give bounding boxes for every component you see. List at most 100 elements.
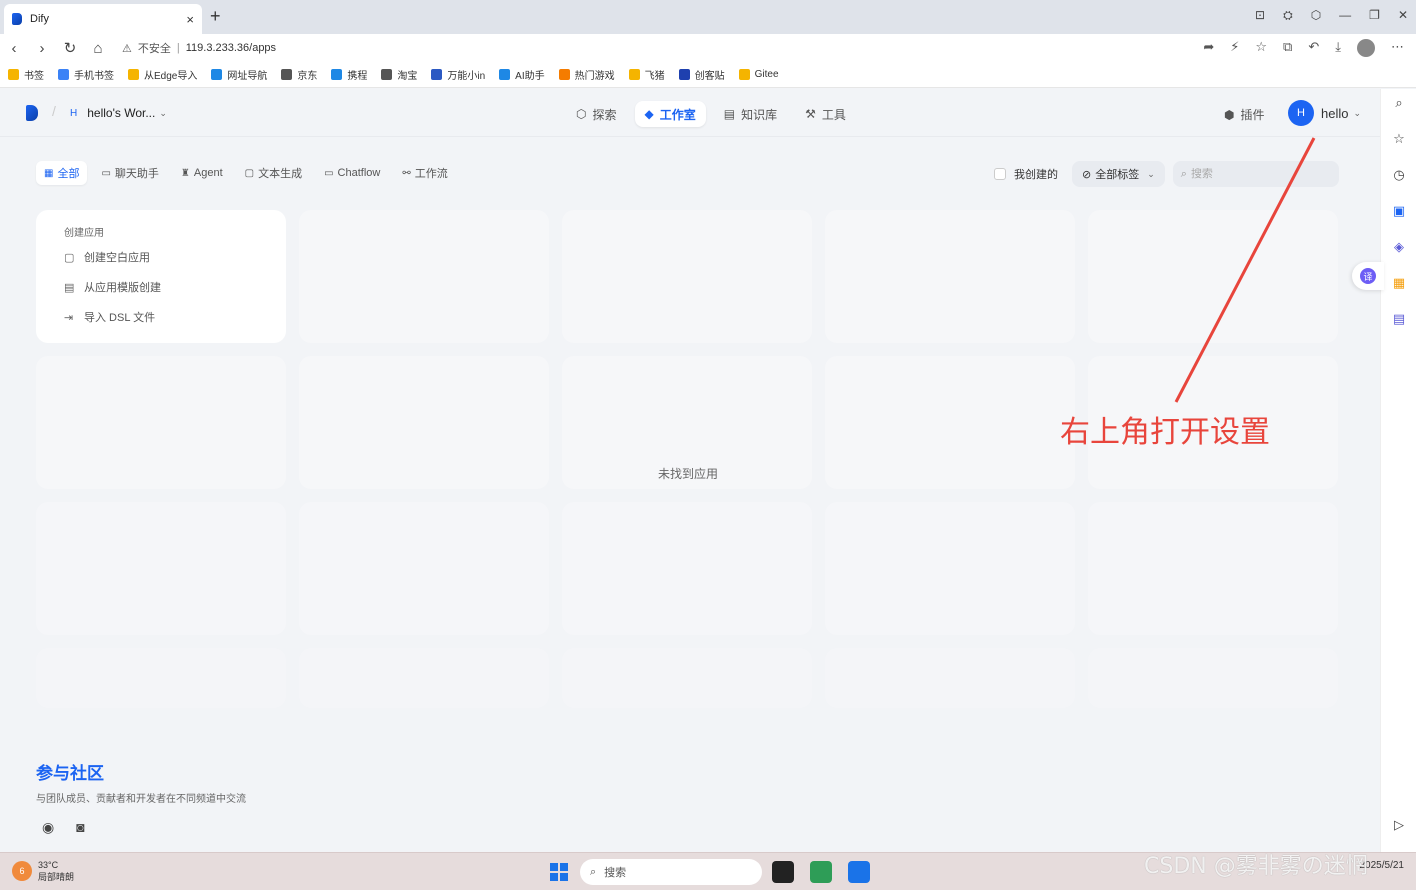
bookmark-item[interactable]: Gitee xyxy=(738,69,779,80)
weather-widget[interactable]: 6 33°C 局部晴朗 xyxy=(12,859,74,883)
filter-tab[interactable]: ▭ 聊天助手 xyxy=(93,161,166,185)
bookmark-label: 淘宝 xyxy=(397,71,418,82)
close-window-icon[interactable]: ✕ xyxy=(1398,8,1408,23)
tab-close-icon[interactable]: × xyxy=(186,12,194,27)
discord-icon[interactable]: ◙ xyxy=(76,819,84,836)
bookmark-item[interactable]: 携程 xyxy=(331,67,367,82)
extensions-icon[interactable]: ⬡ xyxy=(1311,8,1321,23)
create-from-template[interactable]: ▤ 从应用模版创建 xyxy=(64,279,286,295)
reload-icon[interactable]: ↻ xyxy=(56,39,84,57)
new-tab-icon[interactable]: + xyxy=(210,6,221,27)
plugin-button[interactable]: ⬢ 插件 xyxy=(1224,106,1265,123)
filter-tab[interactable]: ♜ Agent xyxy=(173,161,231,185)
nav-studio-label: 工作室 xyxy=(659,107,696,122)
forward-icon[interactable]: › xyxy=(28,40,56,57)
user-name: hello xyxy=(1321,105,1349,121)
back-icon[interactable]: ‹ xyxy=(0,40,28,57)
nav-tools[interactable]: ⚒ 工具 xyxy=(795,101,856,127)
created-by-me-checkbox[interactable]: 我创建的 xyxy=(994,166,1058,182)
sidebar-ai-icon[interactable]: ▣ xyxy=(1391,203,1407,219)
bookmark-icon xyxy=(381,69,393,80)
filter-tab-label: 聊天助手 xyxy=(114,168,159,180)
filter-tab[interactable]: ▭ Chatflow xyxy=(316,161,388,185)
favorite-star-icon[interactable]: ☆ xyxy=(1255,39,1267,57)
window-controls: ⊡ ⛭ ⬡ — ❐ ✕ xyxy=(1255,8,1408,23)
edge-browser-app-icon[interactable] xyxy=(848,861,870,883)
extensions-puzzle-icon[interactable]: ⧉ xyxy=(1283,39,1292,57)
sidebar-history-icon[interactable]: ◷ xyxy=(1391,167,1407,183)
bookmark-item[interactable]: 万能小in xyxy=(431,67,485,82)
search-input[interactable] xyxy=(1190,168,1321,180)
create-blank-app[interactable]: ▢ 创建空白应用 xyxy=(64,249,286,265)
bookmark-item[interactable]: 热门游戏 xyxy=(558,67,615,82)
nav-studio[interactable]: ◆ 工作室 xyxy=(634,101,706,127)
taskbar-apps xyxy=(772,861,870,883)
bookmark-item[interactable]: 创客贴 xyxy=(678,67,725,82)
browser-tab[interactable]: Dify × xyxy=(4,4,202,34)
tools-icon: ⚒ xyxy=(805,107,816,121)
taskbar-search[interactable]: ⌕ 搜索 xyxy=(580,859,762,885)
history-back-icon[interactable]: ↶ xyxy=(1308,39,1319,57)
floating-translate-button[interactable]: 译 xyxy=(1352,262,1384,290)
filter-tab[interactable]: ▢ 文本生成 xyxy=(237,161,310,185)
sidebar-collapse-icon[interactable]: ▷ xyxy=(1391,817,1407,833)
workspace-name: hello's Wor... xyxy=(87,106,156,120)
import-dsl-label: 导入 DSL 文件 xyxy=(84,312,156,324)
tab-actions-icon[interactable]: ⊡ xyxy=(1255,8,1265,23)
minimize-icon[interactable]: — xyxy=(1339,8,1351,23)
weather-badge: 6 xyxy=(12,861,32,881)
sidebar-star-icon[interactable]: ☆ xyxy=(1391,131,1407,147)
bookmark-item[interactable]: 从Edge导入 xyxy=(128,67,197,82)
github-icon[interactable]: ◉ xyxy=(42,819,54,836)
sidebar-search-icon[interactable]: ⌕ xyxy=(1391,95,1407,111)
filter-tab-icon: ▢ xyxy=(244,167,255,179)
created-by-me-label: 我创建的 xyxy=(1014,169,1058,181)
terminal-app-icon[interactable] xyxy=(772,861,794,883)
restore-icon[interactable]: ❐ xyxy=(1369,8,1380,23)
home-icon[interactable]: ⌂ xyxy=(84,40,112,57)
share-icon[interactable]: ➦ xyxy=(1203,39,1214,57)
more-menu-icon[interactable]: ⋯ xyxy=(1391,39,1404,57)
bookmark-item[interactable]: 淘宝 xyxy=(381,67,417,82)
bookmark-icon xyxy=(8,69,19,80)
filter-tab[interactable]: ⚯ 工作流 xyxy=(394,161,455,185)
placeholder-card xyxy=(825,210,1075,343)
sidebar-game-icon[interactable]: ◈ xyxy=(1391,239,1407,255)
user-menu[interactable]: H hello ⌄ xyxy=(1288,100,1361,126)
checkbox-box[interactable] xyxy=(994,168,1006,180)
profile-avatar[interactable] xyxy=(1357,39,1375,57)
tag-filter-select[interactable]: ⊘ 全部标签 ⌄ xyxy=(1072,161,1165,187)
nav-explore[interactable]: ⬡ 探索 xyxy=(566,101,627,127)
placeholder-card xyxy=(299,648,549,708)
bookmark-item[interactable]: 手机书签 xyxy=(58,67,114,82)
remote-desktop-app-icon[interactable] xyxy=(810,861,832,883)
sidebar-toolbox-icon[interactable]: ▦ xyxy=(1391,275,1407,291)
url-field[interactable]: ⚠ 不安全 | 119.3.233.36/apps xyxy=(122,40,276,56)
bookmark-icon xyxy=(281,69,293,80)
plugin-label: 插件 xyxy=(1240,108,1265,122)
bolt-icon[interactable]: ⚡ xyxy=(1230,39,1239,57)
filter-tab-label: 工作流 xyxy=(414,168,448,180)
bookmark-item[interactable]: 飞猪 xyxy=(628,67,665,82)
url-text[interactable]: 119.3.233.36/apps xyxy=(186,42,276,54)
dify-logo[interactable] xyxy=(26,105,38,121)
download-icon[interactable]: ⤓ xyxy=(1335,39,1341,57)
sidebar-translate-icon[interactable]: ▤ xyxy=(1391,311,1407,327)
collections-icon[interactable]: ⛭ xyxy=(1283,8,1293,23)
nav-knowledge[interactable]: ▤ 知识库 xyxy=(714,101,787,127)
bookmark-item[interactable]: 京东 xyxy=(281,67,317,82)
bookmark-item[interactable]: AI助手 xyxy=(499,67,545,82)
bookmark-label: 京东 xyxy=(297,71,318,82)
community-subtitle: 与团队成员、贡献者和开发者在不同频道中交流 xyxy=(36,794,246,805)
insecure-label: 不安全 xyxy=(137,43,171,55)
tag-filter-label: 全部标签 xyxy=(1095,169,1140,181)
bookmark-item[interactable]: 网址导航 xyxy=(211,67,267,82)
workspace-avatar: H xyxy=(70,107,78,119)
placeholder-card xyxy=(562,210,812,343)
placeholder-card xyxy=(36,502,286,635)
bookmark-item[interactable]: 书签 xyxy=(8,67,44,82)
filter-tab[interactable]: ▦ 全部 xyxy=(36,161,88,185)
import-dsl[interactable]: ⇥ 导入 DSL 文件 xyxy=(64,309,286,325)
workspace-selector[interactable]: H hello's Wor... ⌄ xyxy=(70,106,167,120)
windows-start-icon[interactable] xyxy=(550,863,568,881)
